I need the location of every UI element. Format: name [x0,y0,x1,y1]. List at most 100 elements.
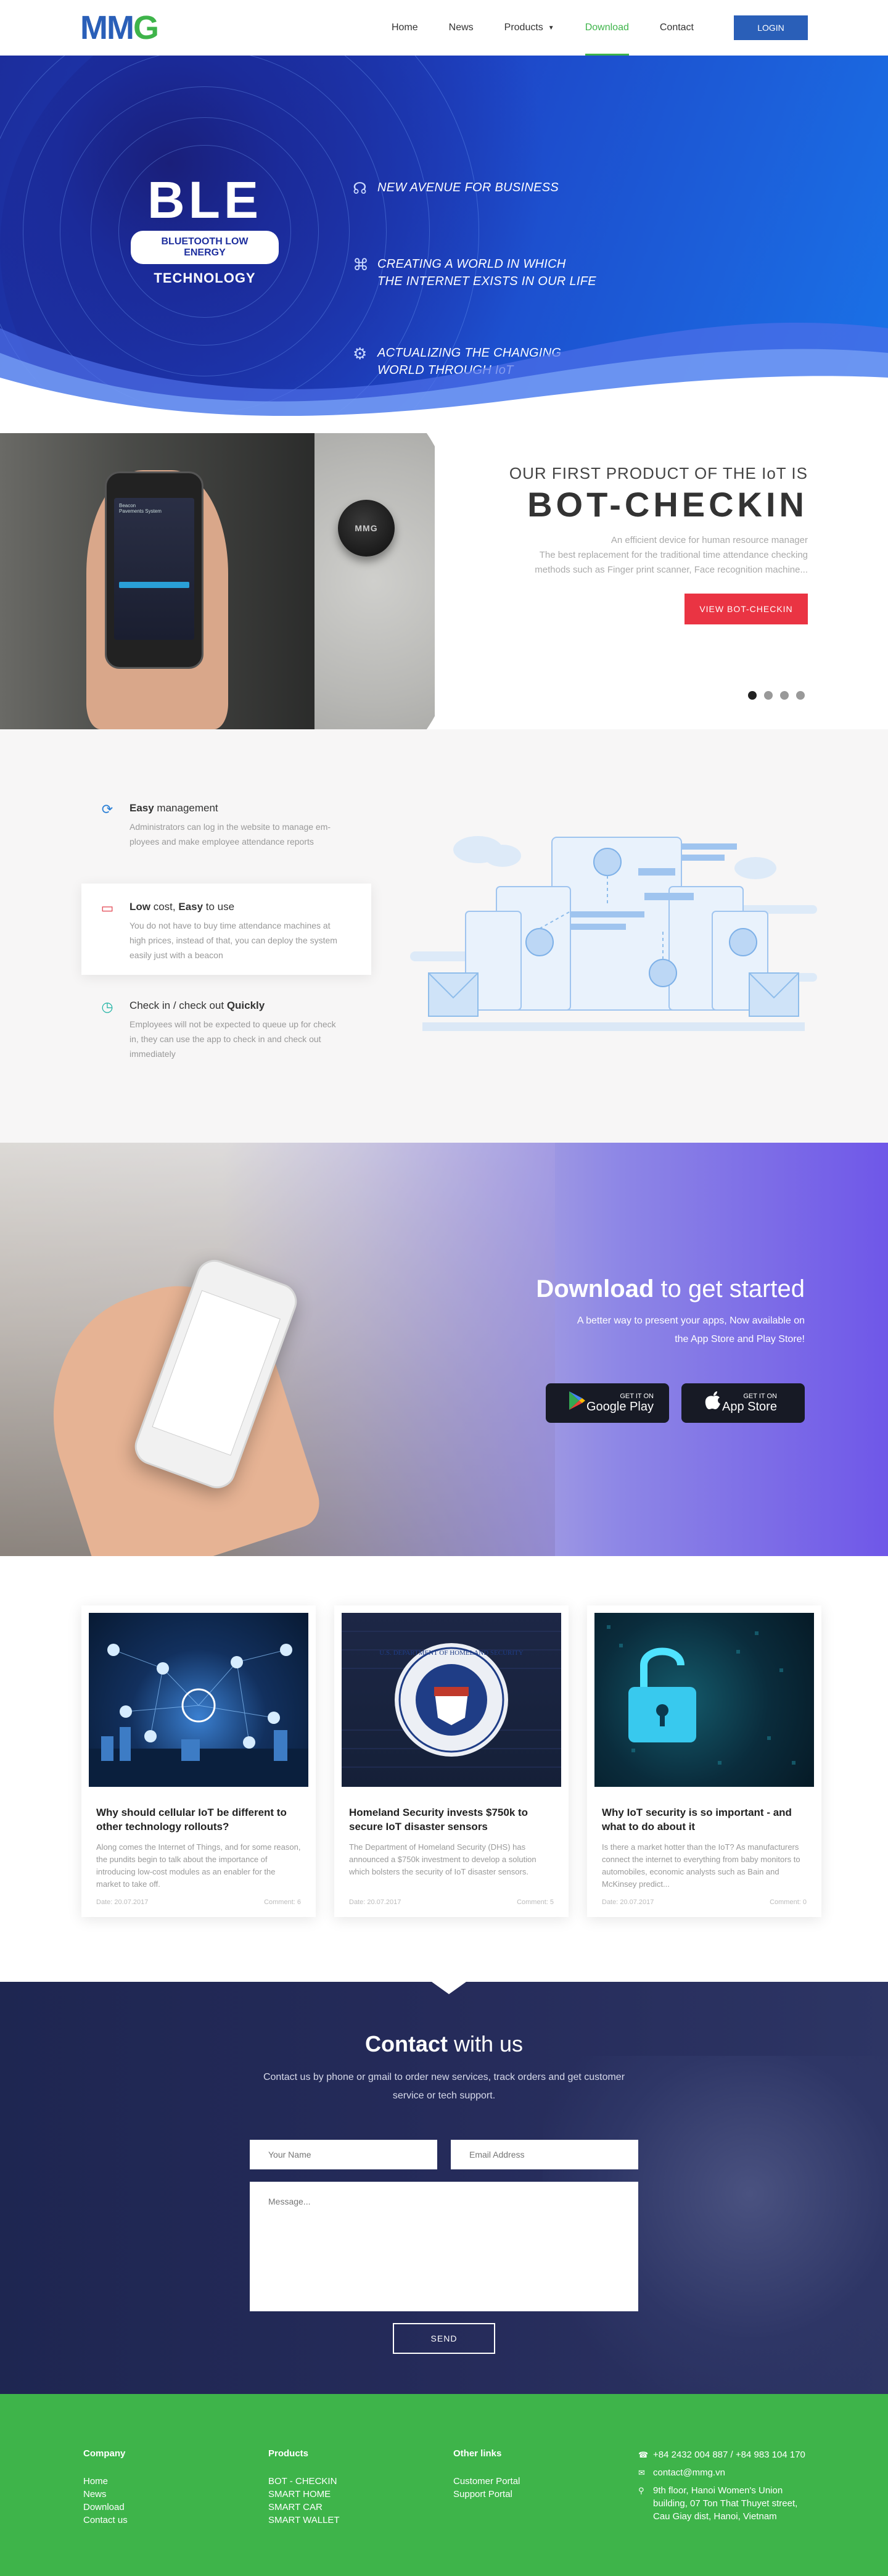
carousel-dots [748,691,805,700]
footer-link[interactable]: Support Portal [453,2488,520,2501]
nav-download[interactable]: Download [570,0,644,56]
download-title-bold: Download [536,1275,654,1302]
google-play-button[interactable]: GET IT ON Google Play [546,1383,669,1423]
message-field[interactable] [250,2182,638,2311]
download-desc-line: the App Store and Play Store! [675,1334,805,1344]
features-section: ⟳ Easy management Administrators can log… [0,729,888,1143]
nav-products[interactable]: Products ▼ [489,0,570,56]
footer-phone: ☎ +84 2432 004 887 / +84 983 104 170 [638,2448,823,2461]
news-image [89,1613,308,1787]
download-desc: A better way to present your apps, Now a… [459,1312,805,1349]
carousel-dot[interactable] [796,691,805,700]
contact-title-bold: Contact [364,2031,448,2056]
footer-address: ⚲ 9th floor, Hanoi Women's Union building,… [638,2484,823,2523]
news-title-line: what to do about it [602,1821,696,1833]
footer-link[interactable]: Download [83,2501,128,2514]
lock-image [607,1625,796,1765]
chevron-down-icon: ▼ [548,24,554,31]
store-text: GET IT ON Google Play [586,1393,654,1414]
contact-title: Contact with us [0,2031,888,2057]
footer-link[interactable]: SMART CAR [268,2501,340,2514]
feature-desc-line: immediately [130,1049,176,1059]
footer-link[interactable]: BOT - CHECKIN [268,2475,340,2488]
news-title-line: other technology rollouts? [96,1821,229,1833]
news-meta: Date: 20.07.2017 Comment: 5 [349,1899,554,1906]
feature-desc-line: Administrators can log in the website to… [130,822,331,832]
name-field[interactable] [250,2140,437,2169]
nav-contact[interactable]: Contact [644,0,709,56]
carousel-dot[interactable] [748,691,757,700]
send-button[interactable]: SEND [393,2323,495,2354]
download-section: Download to get started A better way to … [0,1143,888,1556]
feature-title-bold: Quickly [226,1000,265,1011]
news-title[interactable]: Homeland Security invests $750k to secure… [349,1805,554,1834]
news-title[interactable]: Why should cellular IoT be different to o… [96,1805,301,1834]
phone-image: Beacon Pavements System [105,471,204,669]
feature-desc-line: high prices, instead of that, you can de… [130,935,337,945]
store-small-text: GET IT ON [620,1392,654,1400]
seal-text: U.S. DEPARTMENT OF HOMELAND SECURITY [379,1649,523,1657]
site-header: MM G Home News Products ▼ Download Contact… [0,0,888,56]
feature-title-rest: management [154,802,218,814]
news-cards: Why should cellular IoT be different to o… [81,1605,821,1917]
city-network-image [89,1644,308,1787]
network-icon: ⌘ [353,255,369,274]
app-store-button[interactable]: GET IT ON App Store [681,1383,805,1423]
login-button[interactable]: LOGIN [734,15,808,40]
news-card[interactable]: Why IoT security is so important - and wh… [587,1605,821,1917]
footer-phone-text: +84 2432 004 887 / +84 983 104 170 [653,2450,805,2460]
nav-products-label: Products [504,22,543,33]
store-buttons: GET IT ON Google Play GET IT ON App Store [459,1383,805,1423]
footer-heading: Other links [453,2448,502,2459]
hero-feature-text: CREATING A WORLD IN WHICH THE INTERNET EX… [377,255,596,290]
contact-desc: Contact us by phone or gmail to order ne… [263,2072,625,2101]
photo-wall [314,433,435,729]
beacon-device-label: MMG [355,523,378,533]
hero-feature-text: NEW AVENUE FOR BUSINESS [377,181,559,194]
product-subtitle: OUR FIRST PRODUCT OF THE IoT IS [509,464,808,482]
footer-email-text[interactable]: contact@mmg.vn [653,2466,725,2479]
view-bot-checkin-button[interactable]: VIEW BOT-CHECKIN [684,594,808,624]
nav-home[interactable]: Home [376,0,434,56]
logo[interactable]: MM G [80,9,159,47]
feature-item: ◷ Check in / check out Quickly Employees… [81,982,371,1074]
news-image: U.S. DEPARTMENT OF HOMELAND SECURITY [342,1613,561,1787]
hero-feature: ☊ NEW AVENUE FOR BUSINESS [353,179,612,198]
news-title-line: Why IoT security is so important - and [602,1807,792,1818]
phone-app-button [119,582,189,588]
footer-link[interactable]: News [83,2488,128,2501]
wallet-icon: ▭ [101,900,114,916]
phone-icon: ☎ [638,2450,649,2459]
news-card[interactable]: U.S. DEPARTMENT OF HOMELAND SECURITY Hom… [334,1605,569,1917]
clock-icon: ◷ [101,999,113,1014]
footer-heading: Products [268,2448,309,2459]
download-info: Download to get started A better way to … [459,1275,805,1423]
news-section: Why should cellular IoT be different to o… [0,1556,888,1982]
footer-link[interactable]: Customer Portal [453,2475,520,2488]
logo-text-mm: MM [80,9,134,46]
feature-title-bold: Easy [130,802,154,814]
store-name: App Store [722,1399,777,1414]
store-small-text: GET IT ON [743,1392,777,1400]
carousel-dot[interactable] [764,691,773,700]
footer-heading: Company [83,2448,126,2459]
news-title-line: Homeland Security invests $750k to [349,1807,528,1818]
feature-title-bold: Easy [178,901,204,913]
footer-link[interactable]: Contact us [83,2514,128,2527]
footer-link[interactable]: Home [83,2475,128,2488]
footer-other-links: Other links Customer Portal Support Port… [453,2448,520,2501]
news-title[interactable]: Why IoT security is so important - and wh… [602,1805,807,1834]
news-summary: The Department of Homeland Security (DHS… [349,1842,536,1876]
carousel-dot[interactable] [780,691,789,700]
footer-link[interactable]: SMART HOME [268,2488,340,2501]
footer-address-line: 9th floor, Hanoi Women's Union [653,2485,783,2496]
news-date: Date: 20.07.2017 [602,1899,654,1906]
email-field[interactable] [451,2140,638,2169]
footer-email: ✉ contact@mmg.vn [638,2466,823,2479]
news-summary: Is there a market hotter than the IoT? A… [602,1842,800,1889]
feature-title: Easy management [130,802,353,814]
feature-title: Low cost, Easy to use [130,901,353,913]
footer-link[interactable]: SMART WALLET [268,2514,340,2527]
nav-news[interactable]: News [434,0,489,56]
news-card[interactable]: Why should cellular IoT be different to o… [81,1605,316,1917]
